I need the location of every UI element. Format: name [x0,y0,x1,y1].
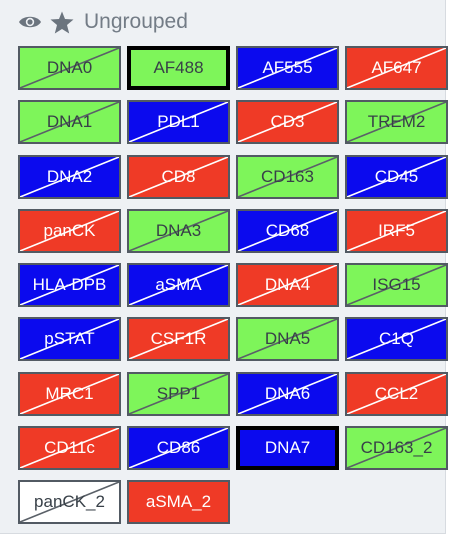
channel-button[interactable]: CD8 [127,154,230,199]
group-title: Ungrouped [84,10,188,33]
channel-label: TREM2 [367,112,426,132]
channel-button[interactable]: HLA-DPB [18,263,121,308]
channel-label: CD3 [270,112,305,132]
channel-label: CSF1R [150,329,207,349]
channel-button[interactable]: DNA2 [18,154,121,199]
channel-label: CD163_2 [360,438,433,458]
channel-label: CD68 [265,220,310,240]
channel-group-panel: Ungrouped DNA0 AF488 AF555 AF647 DNA1 PDL1 CD3… [0,0,448,534]
channel-label: DNA2 [46,166,93,186]
channel-label: aSMA [155,275,202,295]
channel-button[interactable]: CD68 [236,208,339,253]
channel-button[interactable]: PDL1 [127,100,230,145]
channel-button[interactable]: ISG15 [345,263,448,308]
channel-label: MRC1 [45,383,94,403]
channel-label: AF488 [153,58,204,77]
channel-label: CD11c [44,438,95,458]
channel-button[interactable]: IRF5 [345,208,448,253]
channel-button[interactable]: CD45 [345,154,448,199]
channel-label: CD8 [161,166,196,186]
channel-label: CD45 [374,166,419,186]
channel-grid: DNA0 AF488 AF555 AF647 DNA1 PDL1 CD3 TREM2 DNA2 C… [18,46,448,525]
channel-label: panCK_2 [34,492,105,512]
channel-button[interactable]: DNA5 [236,317,339,362]
channel-label: C1Q [379,329,414,349]
star-icon[interactable] [50,11,74,34]
channel-label: DNA1 [46,112,93,132]
channel-button[interactable]: CD163 [236,154,339,199]
channel-label: panCK [43,220,96,240]
channel-button[interactable]: MRC1 [18,371,121,416]
eye-icon[interactable] [18,13,42,31]
channel-label: PDL1 [157,112,200,132]
channel-button[interactable]: panCK_2 [18,480,121,525]
channel-button[interactable]: pSTAT [18,317,121,362]
channel-button[interactable]: CCL2 [345,371,448,416]
channel-button[interactable]: SPP1 [127,371,230,416]
channel-button[interactable]: TREM2 [345,100,448,145]
channel-button[interactable]: DNA7 [236,426,339,471]
channel-label: CCL2 [374,383,419,403]
channel-label: HLA-DPB [32,275,107,295]
channel-label: DNA5 [264,329,311,349]
channel-label: AF647 [371,58,422,77]
channel-button[interactable]: panCK [18,208,121,253]
channel-button[interactable]: aSMA_2 [127,480,230,525]
channel-label: CD163 [261,166,314,186]
channel-label: pSTAT [44,329,95,349]
channel-button[interactable]: CD163_2 [345,426,448,471]
channel-button[interactable]: AF488 [127,46,230,90]
channel-button[interactable]: DNA6 [236,371,339,416]
channel-button[interactable]: aSMA [127,263,230,308]
channel-label: IRF5 [378,220,415,240]
channel-button[interactable]: CD3 [236,100,339,145]
channel-label: AF555 [262,58,313,77]
channel-button[interactable]: AF647 [345,46,448,90]
channel-label: SPP1 [156,383,201,403]
channel-button[interactable]: CD86 [127,426,230,471]
channel-label: DNA3 [155,220,202,240]
channel-label: DNA0 [46,58,93,77]
channel-label: DNA4 [264,275,311,295]
channel-label: CD86 [156,438,201,458]
channel-button[interactable]: DNA4 [236,263,339,308]
channel-label: ISG15 [372,275,421,295]
channel-button[interactable]: AF555 [236,46,339,90]
channel-button[interactable]: DNA3 [127,208,230,253]
channel-label: DNA7 [264,438,311,458]
channel-button[interactable]: CSF1R [127,317,230,362]
channel-button[interactable]: CD11c [18,426,121,471]
channel-button[interactable]: DNA0 [18,46,121,90]
group-header: Ungrouped [18,9,188,35]
channel-button[interactable]: DNA1 [18,100,121,145]
channel-button[interactable]: C1Q [345,317,448,362]
channel-label: DNA6 [264,383,311,403]
channel-label: aSMA_2 [145,492,212,512]
